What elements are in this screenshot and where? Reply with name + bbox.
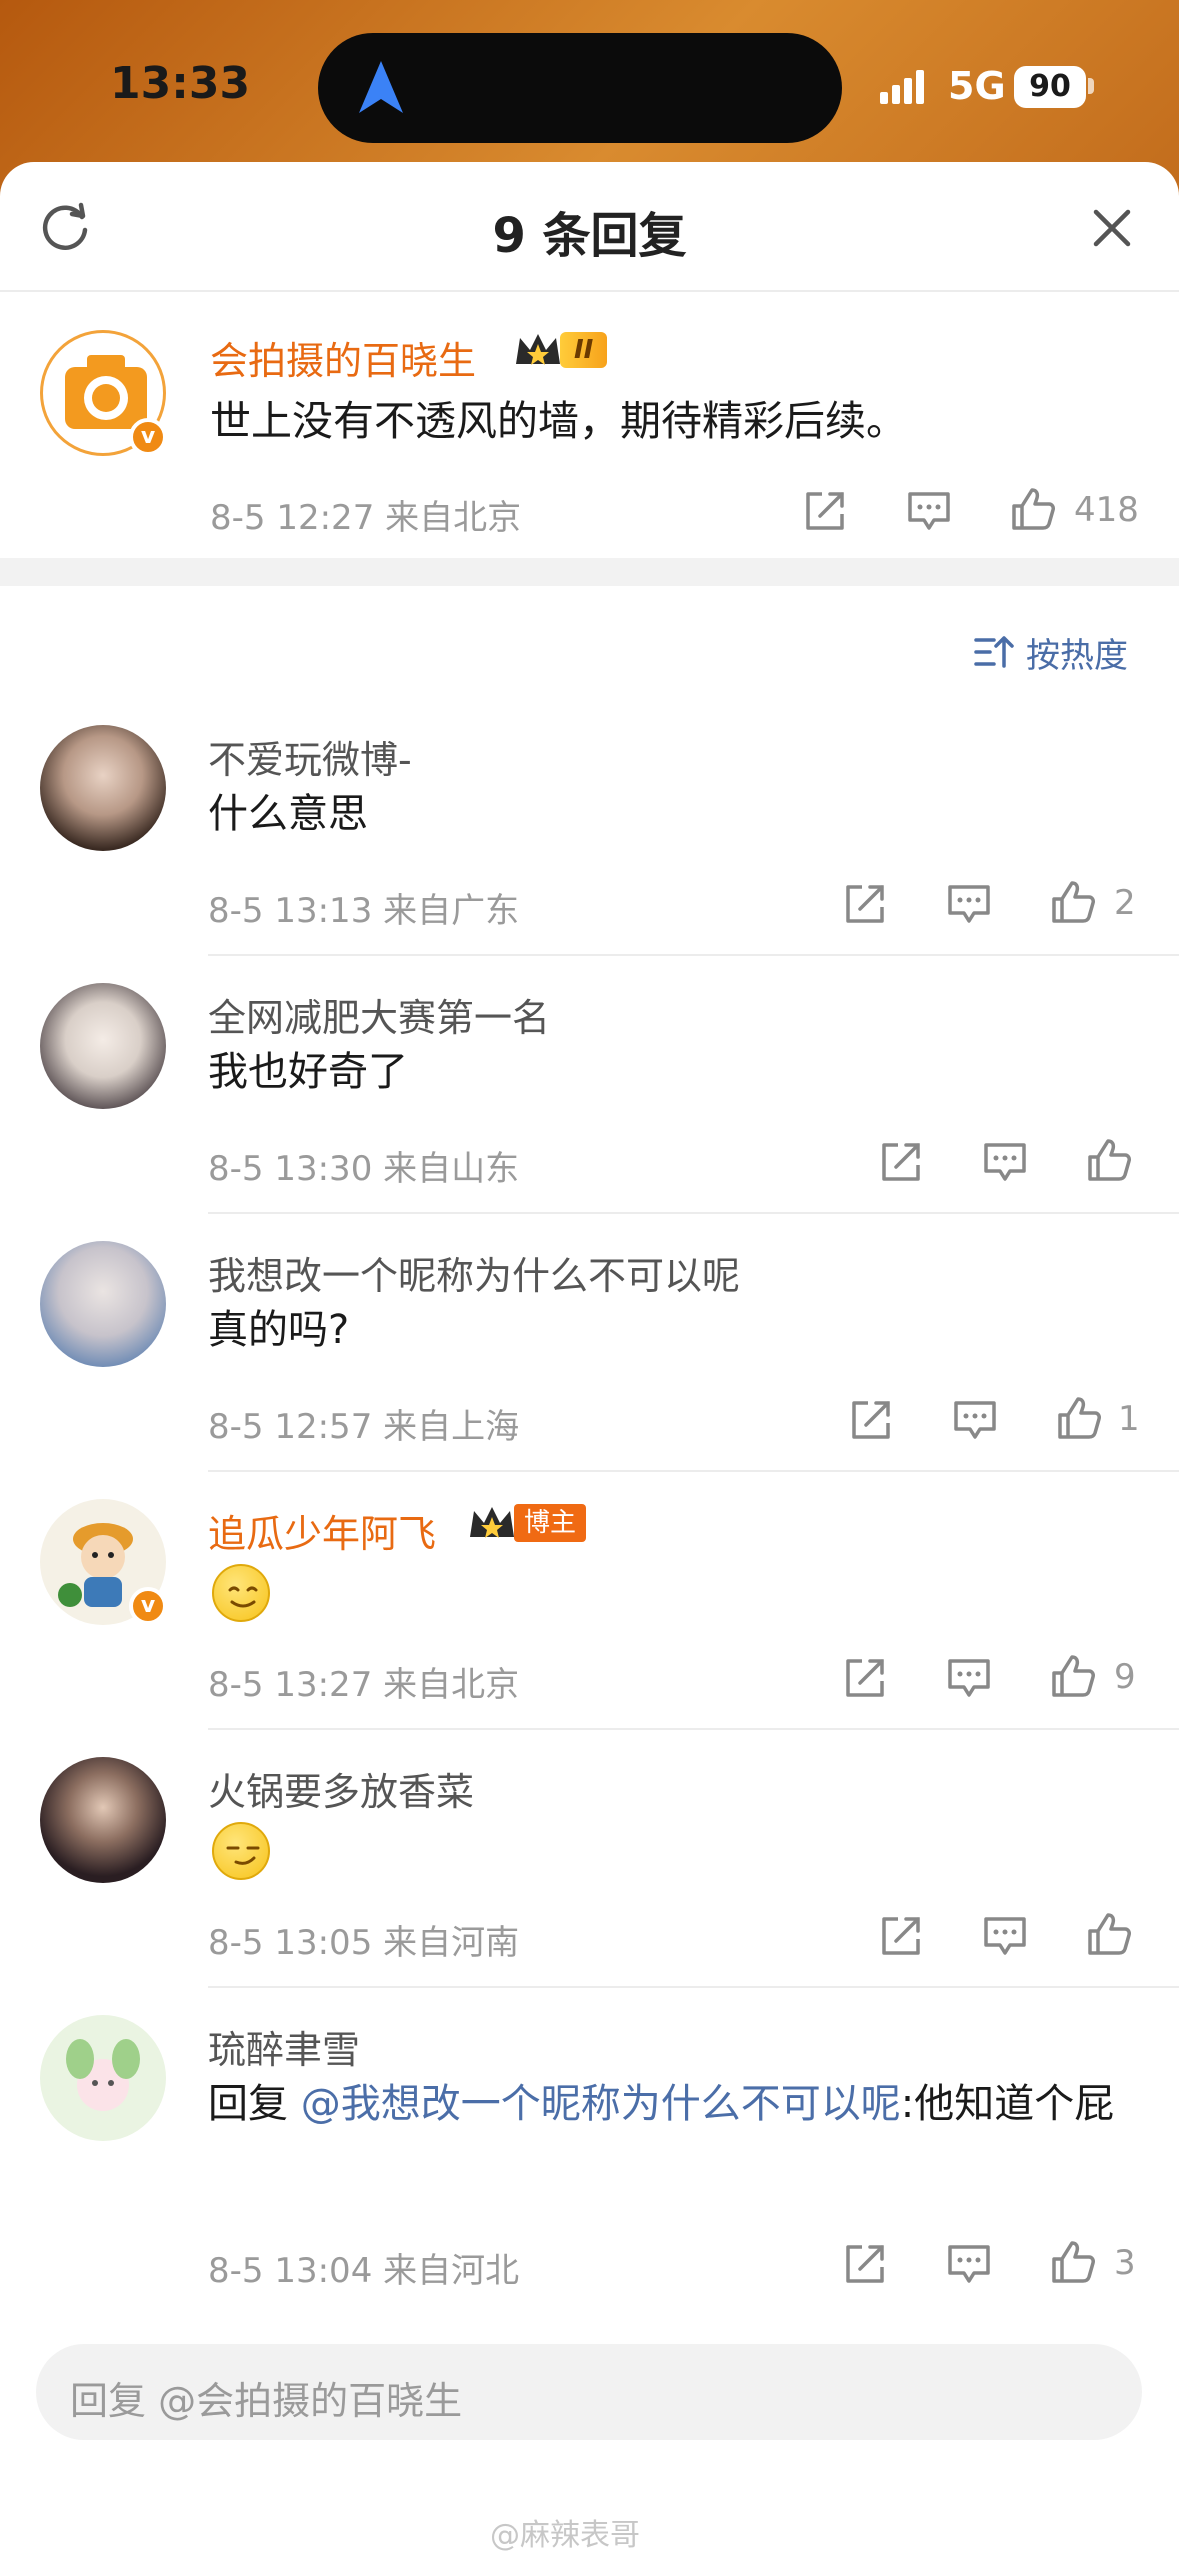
comment-icon[interactable] bbox=[952, 1397, 998, 1443]
share-icon[interactable] bbox=[802, 488, 848, 534]
comment-icon[interactable] bbox=[946, 2241, 992, 2287]
sort-label: 按热度 bbox=[1026, 636, 1128, 676]
comment-username[interactable]: 不爱玩微博- bbox=[208, 729, 412, 784]
reply-text: :他知道个屁 bbox=[900, 2081, 1115, 2127]
comment-meta: 8-5 13:30 来自山东 bbox=[208, 1149, 520, 1189]
comment-meta: 8-5 12:57 来自上海 bbox=[208, 1407, 520, 1447]
comment-text: 真的吗? bbox=[208, 1307, 350, 1353]
comment-username[interactable]: 全网减肥大赛第一名 bbox=[208, 987, 550, 1042]
like-icon[interactable] bbox=[1010, 486, 1056, 532]
like-icon[interactable] bbox=[1050, 2239, 1096, 2285]
avatar[interactable] bbox=[40, 1241, 166, 1367]
mention-link[interactable]: @我想改一个昵称为什么不可以呢 bbox=[301, 2081, 901, 2127]
avatar[interactable] bbox=[40, 725, 166, 851]
like-icon[interactable] bbox=[1050, 879, 1096, 925]
comment-icon[interactable] bbox=[982, 1139, 1028, 1185]
blogger-badge: 博主 bbox=[514, 1504, 587, 1542]
reply-input[interactable]: 回复 @会拍摄的百晓生 bbox=[36, 2344, 1142, 2440]
share-icon[interactable] bbox=[878, 1913, 924, 1959]
like-count: 1 bbox=[1118, 1399, 1140, 1439]
status-time: 13:33 bbox=[110, 58, 251, 109]
battery-indicator: 90 bbox=[1014, 66, 1086, 108]
comment-username[interactable]: 我想改一个昵称为什么不可以呢 bbox=[208, 1245, 740, 1300]
share-icon[interactable] bbox=[842, 2241, 888, 2287]
status-bar: 13:33 5G 90 bbox=[0, 0, 1179, 160]
battery-tip bbox=[1088, 78, 1094, 94]
smile-emoji bbox=[212, 1564, 270, 1622]
comment-icon[interactable] bbox=[946, 881, 992, 927]
share-icon[interactable] bbox=[842, 881, 888, 927]
comment-text: 世上没有不透风的墙，期待精彩后续。 bbox=[210, 397, 907, 445]
verified-badge-icon: v bbox=[129, 1587, 167, 1625]
comment-username[interactable]: 会拍摄的百晓生 bbox=[210, 330, 476, 385]
comment-text: 回复 @我想改一个昵称为什么不可以呢:他知道个屁 bbox=[208, 2071, 1138, 2137]
avatar[interactable] bbox=[40, 2015, 166, 2141]
section-divider bbox=[0, 558, 1179, 586]
comment-icon[interactable] bbox=[906, 488, 952, 534]
comment-meta: 8-5 13:05 来自河南 bbox=[208, 1923, 520, 1963]
cartoon-plant-icon bbox=[66, 2039, 140, 2111]
network-type: 5G bbox=[948, 64, 1006, 108]
share-icon[interactable] bbox=[848, 1397, 894, 1443]
comment-username[interactable]: 琉醉聿雪 bbox=[208, 2019, 360, 2074]
watermark: @麻辣表哥 bbox=[490, 2518, 640, 2553]
root-comment: v 会拍摄的百晓生 II 世上没有不透风的墙，期待精彩后续。 8-5 12:27… bbox=[0, 292, 1179, 558]
navigation-arrow-icon bbox=[359, 61, 403, 113]
like-count: 9 bbox=[1114, 1657, 1136, 1697]
like-icon[interactable] bbox=[1056, 1395, 1102, 1441]
divider bbox=[208, 1986, 1179, 1988]
level-badge: II bbox=[560, 332, 608, 368]
divider bbox=[208, 1470, 1179, 1472]
reply-placeholder: 回复 @会拍摄的百晓生 bbox=[70, 2379, 463, 2423]
reply-prefix: 回复 bbox=[208, 2081, 288, 2127]
like-icon[interactable] bbox=[1086, 1137, 1132, 1183]
comment-meta: 8-5 13:04 来自河北 bbox=[208, 2251, 520, 2291]
like-icon[interactable] bbox=[1050, 1653, 1096, 1699]
crown-icon bbox=[516, 334, 560, 365]
replies-sheet: 9 条回复 v 会拍摄的百晓生 II 世上没有不透风的墙，期待精彩后续。 8-5… bbox=[0, 162, 1179, 2556]
divider bbox=[208, 1728, 1179, 1730]
comment-meta: 8-5 13:13 来自广东 bbox=[208, 891, 520, 931]
share-icon[interactable] bbox=[842, 1655, 888, 1701]
comment-icon[interactable] bbox=[982, 1913, 1028, 1959]
comment-text: 什么意思 bbox=[208, 791, 368, 837]
close-icon[interactable] bbox=[1088, 204, 1136, 252]
comment-username[interactable]: 追瓜少年阿飞 bbox=[208, 1503, 436, 1558]
avatar[interactable] bbox=[40, 983, 166, 1109]
dynamic-island bbox=[318, 33, 842, 143]
sheet-header: 9 条回复 bbox=[0, 162, 1179, 292]
comment-icon[interactable] bbox=[946, 1655, 992, 1701]
page-title: 9 条回复 bbox=[492, 208, 687, 264]
divider bbox=[208, 954, 1179, 956]
like-icon[interactable] bbox=[1086, 1911, 1132, 1957]
smirk-emoji bbox=[212, 1822, 270, 1880]
cellular-signal-icon bbox=[880, 70, 924, 104]
like-count: 418 bbox=[1074, 490, 1139, 530]
divider bbox=[208, 1212, 1179, 1214]
comment-meta: 8-5 12:27 来自北京 bbox=[210, 498, 522, 538]
crown-icon bbox=[470, 1507, 514, 1538]
like-count: 3 bbox=[1114, 2243, 1136, 2283]
sort-icon bbox=[974, 636, 1014, 668]
share-icon[interactable] bbox=[878, 1139, 924, 1185]
like-count: 2 bbox=[1114, 883, 1136, 923]
comment-username[interactable]: 火锅要多放香菜 bbox=[208, 1761, 474, 1816]
verified-badge-icon: v bbox=[129, 418, 167, 456]
avatar[interactable] bbox=[40, 1757, 166, 1883]
comment-text: 我也好奇了 bbox=[208, 1049, 408, 1095]
comment-meta: 8-5 13:27 来自北京 bbox=[208, 1665, 520, 1705]
